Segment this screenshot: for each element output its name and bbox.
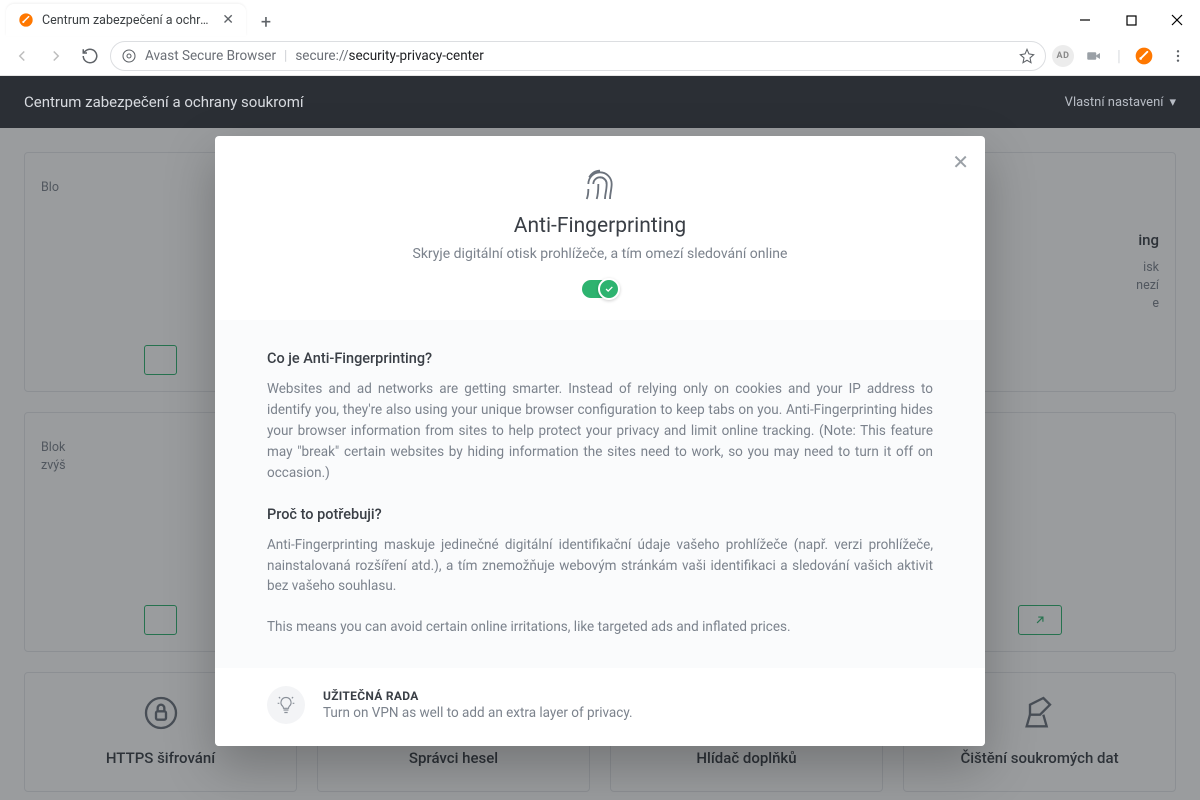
page-title: Centrum zabezpečení a ochrany soukromí bbox=[24, 93, 304, 111]
header-settings-link[interactable]: Vlastní nastavení ▾ bbox=[1065, 95, 1176, 110]
toggle-knob bbox=[598, 278, 620, 300]
section-paragraph: This means you can avoid certain online … bbox=[267, 617, 933, 638]
window-controls bbox=[1062, 4, 1200, 36]
tip-text: UŽITEČNÁ RADA Turn on VPN as well to add… bbox=[323, 689, 633, 721]
reload-button[interactable] bbox=[76, 42, 104, 70]
tip-body: Turn on VPN as well to add an extra laye… bbox=[323, 705, 633, 721]
fingerprint-icon bbox=[580, 164, 620, 204]
chevron-down-icon: ▾ bbox=[1169, 95, 1176, 110]
modal-close-button[interactable]: ✕ bbox=[952, 150, 969, 174]
section-paragraph: Websites and ad networks are getting sma… bbox=[267, 379, 933, 484]
page-header: Centrum zabezpečení a ochrany soukromí V… bbox=[0, 76, 1200, 128]
browser-toolbar: Avast Secure Browser | secure://security… bbox=[0, 36, 1200, 76]
address-url: secure://security-privacy-center bbox=[295, 48, 483, 64]
address-bar[interactable]: Avast Secure Browser | secure://security… bbox=[110, 41, 1046, 71]
modal-title: Anti-Fingerprinting bbox=[255, 214, 945, 238]
tip-label: UŽITEČNÁ RADA bbox=[323, 689, 633, 703]
back-button[interactable] bbox=[8, 42, 36, 70]
window-titlebar: Centrum zabezpečení a ochrany ✕ + bbox=[0, 0, 1200, 36]
bookmark-star-icon[interactable] bbox=[1019, 48, 1035, 64]
modal-subtitle: Skryje digitální otisk prohlížeče, a tím… bbox=[255, 246, 945, 262]
minimize-button[interactable] bbox=[1062, 4, 1108, 36]
address-separator: | bbox=[284, 48, 287, 64]
feature-toggle[interactable] bbox=[582, 280, 618, 298]
close-tab-icon[interactable]: ✕ bbox=[222, 12, 234, 28]
page-body: Blo ingisk nezí e Blok zvýš hí bez li st… bbox=[0, 128, 1200, 800]
menu-kebab-icon[interactable] bbox=[1164, 42, 1192, 70]
forward-button[interactable] bbox=[42, 42, 70, 70]
modal-overlay[interactable]: ✕ Anti-Fingerprinting Skryje digitální o… bbox=[0, 128, 1200, 800]
section-heading: Co je Anti-Fingerprinting? bbox=[267, 350, 933, 367]
maximize-button[interactable] bbox=[1108, 4, 1154, 36]
close-window-button[interactable] bbox=[1154, 4, 1200, 36]
adblock-badge[interactable]: AD bbox=[1052, 45, 1074, 67]
address-brand: Avast Secure Browser bbox=[145, 48, 276, 64]
modal-body: Co je Anti-Fingerprinting? Websites and … bbox=[215, 320, 985, 668]
avast-extension-icon[interactable] bbox=[1130, 42, 1158, 70]
new-tab-button[interactable]: + bbox=[252, 8, 280, 36]
section-heading: Proč to potřebuji? bbox=[267, 506, 933, 523]
modal-footer: UŽITEČNÁ RADA Turn on VPN as well to add… bbox=[215, 668, 985, 746]
modal-header: ✕ Anti-Fingerprinting Skryje digitální o… bbox=[215, 136, 985, 320]
browser-tab[interactable]: Centrum zabezpečení a ochrany ✕ bbox=[6, 4, 246, 36]
lightbulb-icon bbox=[267, 686, 305, 724]
site-identity-icon[interactable] bbox=[121, 48, 137, 64]
section-paragraph: Anti-Fingerprinting maskuje jedinečné di… bbox=[267, 535, 933, 598]
avast-favicon bbox=[18, 12, 34, 28]
video-icon[interactable] bbox=[1080, 42, 1108, 70]
anti-fingerprinting-modal: ✕ Anti-Fingerprinting Skryje digitální o… bbox=[215, 136, 985, 746]
divider: | bbox=[1114, 42, 1124, 70]
tab-title: Centrum zabezpečení a ochrany bbox=[42, 13, 214, 28]
